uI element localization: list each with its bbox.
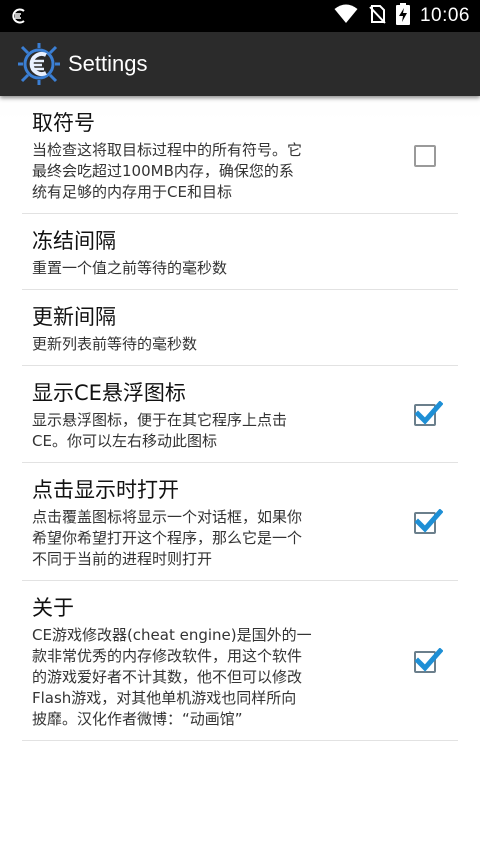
- pref-summary-line: 显示悬浮图标，便于在其它程序上点击: [32, 411, 288, 429]
- checkmark-icon: [415, 508, 443, 533]
- pref-title: 关于: [32, 596, 74, 620]
- pref-summary-line: 披靡。汉化作者微博：“动画馆”: [32, 710, 243, 728]
- pref-title: 显示CE悬浮图标: [32, 381, 186, 405]
- pref-summary-line: Flash游戏，对其他单机游戏也同样所向: [32, 689, 297, 707]
- pref-summary: 重置一个值之前等待的毫秒数: [32, 258, 430, 279]
- battery-charging-icon: [395, 3, 410, 29]
- pref-summary: CE游戏修改器(cheat engine)是国外的一 款非常优秀的内存修改软件，用…: [32, 625, 396, 730]
- pref-summary: 点击覆盖图标将显示一个对话框，如果你 希望你希望打开这个程序，那么它是一个 不同于当…: [32, 507, 396, 570]
- page-title: Settings: [68, 51, 148, 76]
- checkbox-unchecked[interactable]: [414, 144, 436, 167]
- pref-fetch-symbols[interactable]: 取符号当检查这将取目标过程中的所有符号。它 最终会吃超过100MB内存，确保您的系…: [22, 96, 458, 214]
- action-bar: Settings: [0, 32, 480, 96]
- checkbox-checked[interactable]: [414, 647, 443, 673]
- pref-title: 更新间隔: [32, 305, 116, 329]
- pref-summary-line: 当检查这将取目标过程中的所有符号。它: [32, 141, 303, 159]
- status-bar: 10:06: [0, 0, 480, 32]
- pref-summary-line: 最终会吃超过100MB内存，确保您的系: [32, 162, 294, 180]
- wifi-icon: [334, 4, 358, 28]
- pref-text: 取符号当检查这将取目标过程中的所有符号。它 最终会吃超过100MB内存，确保您的系…: [32, 108, 414, 203]
- app-notification-icon: [10, 6, 30, 26]
- pref-summary: 当检查这将取目标过程中的所有符号。它 最终会吃超过100MB内存，确保您的系 统有足…: [32, 140, 396, 203]
- preference-list: 取符号当检查这将取目标过程中的所有符号。它 最终会吃超过100MB内存，确保您的系…: [0, 96, 480, 741]
- checkmark-icon: [415, 401, 443, 425]
- pref-text: 点击显示时打开点击覆盖图标将显示一个对话框，如果你 希望你希望打开这个程序，那么它…: [32, 475, 414, 570]
- pref-title: 点击显示时打开: [32, 478, 179, 502]
- cheat-engine-logo-icon: [18, 43, 60, 85]
- checkbox-checked[interactable]: [414, 401, 443, 426]
- pref-summary-line: 统有足够的内存用于CE和目标: [32, 183, 232, 201]
- no-sim-icon: [368, 4, 386, 28]
- pref-text: 显示CE悬浮图标显示悬浮图标，便于在其它程序上点击 CE。你可以左右移动此图标: [32, 378, 414, 452]
- pref-show-floating-icon[interactable]: 显示CE悬浮图标显示悬浮图标，便于在其它程序上点击 CE。你可以左右移动此图标: [22, 366, 458, 463]
- pref-summary-line: 款非常优秀的内存修改软件，用这个软件: [32, 647, 303, 665]
- pref-title: 冻结间隔: [32, 229, 116, 253]
- pref-summary: 更新列表前等待的毫秒数: [32, 334, 430, 355]
- checkbox-checked[interactable]: [414, 508, 443, 534]
- pref-text: 冻结间隔重置一个值之前等待的毫秒数: [32, 226, 448, 279]
- pref-text: 关于 CE游戏修改器(cheat engine)是国外的一 款非常优秀的内存修改软件…: [32, 593, 414, 730]
- pref-open-on-click[interactable]: 点击显示时打开点击覆盖图标将显示一个对话框，如果你 希望你希望打开这个程序，那么它…: [22, 463, 458, 581]
- pref-title: 取符号: [32, 111, 95, 135]
- pref-summary-line: 不同于当前的进程时则打开: [32, 550, 213, 568]
- pref-summary-line: 点击覆盖图标将显示一个对话框，如果你: [32, 508, 303, 526]
- pref-summary-line: CE游戏修改器(cheat engine)是国外的一: [32, 626, 312, 644]
- pref-about[interactable]: 关于 CE游戏修改器(cheat engine)是国外的一 款非常优秀的内存修改软件…: [22, 581, 458, 741]
- status-time: 10:06: [419, 5, 470, 26]
- checkmark-icon: [415, 647, 443, 672]
- pref-text: 更新间隔更新列表前等待的毫秒数: [32, 302, 448, 355]
- pref-freeze-interval[interactable]: 冻结间隔重置一个值之前等待的毫秒数: [22, 214, 458, 290]
- pref-summary-line: 希望你希望打开这个程序，那么它是一个: [32, 529, 303, 547]
- pref-summary-line: CE。你可以左右移动此图标: [32, 432, 217, 450]
- pref-summary-line: 更新列表前等待的毫秒数: [32, 335, 198, 353]
- pref-update-interval[interactable]: 更新间隔更新列表前等待的毫秒数: [22, 290, 458, 366]
- pref-summary-line: 重置一个值之前等待的毫秒数: [32, 259, 228, 277]
- pref-summary: 显示悬浮图标，便于在其它程序上点击 CE。你可以左右移动此图标: [32, 410, 396, 452]
- pref-summary-line: 的游戏爱好者不计其数，他不但可以修改: [32, 668, 303, 686]
